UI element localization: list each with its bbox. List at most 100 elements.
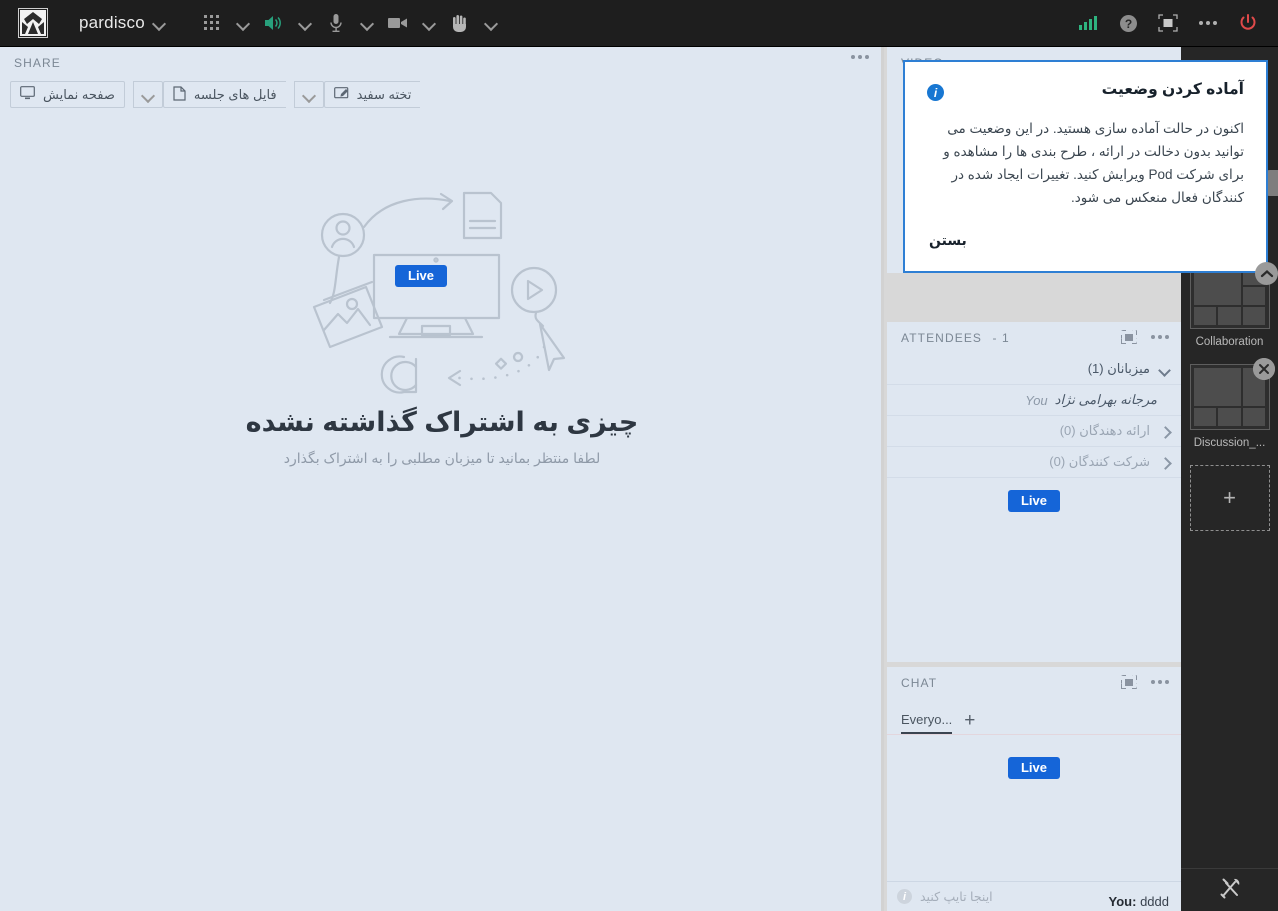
attendee-you-label: You [1025, 392, 1048, 408]
info-icon: i [927, 84, 944, 101]
chat-add-tab-icon[interactable]: + [964, 711, 975, 734]
help-icon[interactable]: ? [1108, 14, 1148, 33]
apps-grid-icon [195, 15, 229, 31]
share-screen-button[interactable]: صفحه نمایش [10, 81, 125, 108]
raise-hand-chevron-down-icon[interactable] [477, 19, 505, 27]
share-toolbar: صفحه نمایش فایل های جلسه تخته سفید [0, 79, 881, 108]
attendees-group-hosts[interactable]: میزبانان (1) [887, 354, 1181, 385]
attendees-group-hosts-label: میزبانان (1) [1087, 361, 1150, 376]
add-layout-item[interactable]: + [1181, 465, 1278, 531]
share-documents-label: فایل های جلسه [193, 86, 277, 102]
share-illustration: Live [312, 187, 572, 397]
end-meeting-power-icon[interactable] [1228, 13, 1268, 33]
layout-close-icon[interactable] [1253, 358, 1275, 380]
meeting-room-title: pardisco [79, 13, 145, 32]
document-icon [173, 85, 186, 104]
share-pod: SHARE صفحه نمایش فایل های جلسه تخته سفید… [0, 47, 884, 911]
layout-item-discussion[interactable]: Discussion_... [1181, 358, 1278, 449]
apps-chevron-down-icon[interactable] [229, 19, 257, 27]
share-whiteboard-dropdown-arrow[interactable] [293, 81, 324, 108]
chevron-right-icon [1160, 426, 1171, 437]
attendees-count: - 1 [992, 331, 1010, 345]
top-toolbar: pardisco ? [0, 0, 1278, 47]
chat-tab-everyone[interactable]: Everyo... [901, 712, 953, 734]
share-empty-subtitle: لطفا منتظر بمانید تا میزبان مطلبی را به … [283, 450, 601, 466]
more-options-icon[interactable] [1188, 21, 1228, 25]
share-whiteboard-split-button: تخته سفید [293, 81, 421, 108]
attendees-live-badge: Live [1007, 490, 1060, 513]
monitor-icon [20, 86, 35, 103]
dialog-close-button[interactable]: بستن [929, 232, 967, 249]
share-pod-header: SHARE [0, 47, 881, 79]
tools-icon[interactable] [1217, 875, 1243, 906]
camera-button[interactable] [381, 0, 415, 47]
attendees-group-participants[interactable]: شرکت کنندگان (0) [887, 447, 1181, 478]
dialog-title: آماده کردن وضعیت [1101, 81, 1244, 98]
share-whiteboard-label: تخته سفید [356, 86, 412, 102]
add-layout-button[interactable]: + [1189, 465, 1270, 531]
camera-chevron-down-icon[interactable] [415, 19, 443, 27]
adobe-connect-meeting-room: pardisco ? SHARE صفحه نمایش فایل های جلس… [0, 0, 1278, 911]
dialog-body-text: اکنون در حالت آماده سازی هستید. در این و… [943, 121, 1244, 205]
adobe-connect-logo-icon [18, 8, 48, 38]
chat-more-icon[interactable] [1151, 680, 1169, 684]
speaker-icon [257, 14, 291, 32]
microphone-icon [319, 13, 353, 33]
chat-info-icon[interactable]: i [897, 889, 912, 904]
speaker-chevron-down-icon[interactable] [291, 19, 319, 27]
share-pod-title: SHARE [14, 56, 61, 70]
chevron-right-icon [1160, 457, 1171, 468]
chat-pod-header: CHAT [887, 667, 1181, 699]
attendees-more-icon[interactable] [1151, 335, 1169, 339]
add-layout-label: + [1223, 485, 1236, 510]
share-empty-title: چیزی به اشتراک گذاشته نشده [245, 407, 639, 437]
share-screen-label: صفحه نمایش [43, 86, 115, 102]
chat-input-row[interactable]: اینجا تایپ کنید i [887, 881, 1181, 911]
chevron-down-icon [1160, 366, 1171, 373]
share-documents-button[interactable]: فایل های جلسه [162, 81, 286, 108]
attendee-name: مرجانه بهرامی نژاد [1054, 392, 1157, 407]
attendees-group-presenters-label: ارائه دهندگان (0) [1059, 423, 1150, 438]
apps-grid-button[interactable] [195, 0, 229, 47]
attendees-pod-actions [1121, 330, 1169, 344]
room-title-chevron-down-icon[interactable] [145, 19, 173, 27]
layout-label: Discussion_... [1193, 437, 1266, 449]
attendees-pod: ATTENDEES - 1 میزبانان (1) مرجانه بهرامی… [887, 322, 1181, 662]
microphone-chevron-down-icon[interactable] [353, 19, 381, 27]
speaker-button[interactable] [257, 0, 291, 47]
share-pod-actions [851, 55, 869, 59]
attendees-maximize-icon[interactable] [1121, 330, 1137, 344]
share-whiteboard-button[interactable]: تخته سفید [323, 81, 421, 108]
chat-tab-bar: Everyo... + [887, 699, 1181, 735]
attendee-row-host[interactable]: مرجانه بهرامی نژاد You [887, 385, 1181, 416]
raise-hand-icon [443, 13, 477, 33]
share-empty-state: Live چیزی به اشتراک گذاشته نشده لطفا منت… [0, 187, 884, 467]
attendees-title-text: ATTENDEES [901, 331, 983, 345]
share-documents-split-button: فایل های جلسه [132, 81, 286, 108]
connection-signal-icon[interactable] [1068, 15, 1108, 31]
microphone-button[interactable] [319, 0, 353, 47]
chat-live-badge: Live [1007, 757, 1060, 780]
attendees-pod-header: ATTENDEES - 1 [887, 322, 1181, 354]
svg-text:?: ? [1124, 17, 1131, 31]
top-toolbar-right-group: ? [1068, 13, 1278, 33]
chat-pod-title: CHAT [901, 676, 938, 690]
chat-maximize-icon[interactable] [1121, 675, 1137, 689]
raise-hand-button[interactable] [443, 0, 477, 47]
attendee-name-block: مرجانه بهرامی نژاد You [1025, 392, 1157, 408]
scroll-up-chevron-icon[interactable] [1255, 262, 1278, 285]
chat-pod: CHAT Everyo... + Live You: dddd اینجا تا… [887, 667, 1181, 911]
attendees-group-presenters[interactable]: ارائه دهندگان (0) [887, 416, 1181, 447]
attendees-pod-title: ATTENDEES - 1 [901, 331, 1010, 345]
chat-input-placeholder: اینجا تایپ کنید [920, 890, 993, 904]
preparing-mode-dialog: آماده کردن وضعیت i اکنون در حالت آماده س… [903, 60, 1268, 273]
chat-pod-actions [1121, 675, 1169, 689]
share-pod-more-icon[interactable] [851, 55, 869, 59]
rail-tools-bar [1181, 868, 1278, 911]
attendees-group-participants-label: شرکت کنندگان (0) [1049, 454, 1150, 469]
layout-label: Collaboration [1195, 336, 1264, 348]
camera-icon [381, 16, 415, 30]
fullscreen-icon[interactable] [1148, 14, 1188, 32]
share-documents-dropdown-arrow[interactable] [132, 81, 163, 108]
whiteboard-icon [333, 86, 349, 103]
